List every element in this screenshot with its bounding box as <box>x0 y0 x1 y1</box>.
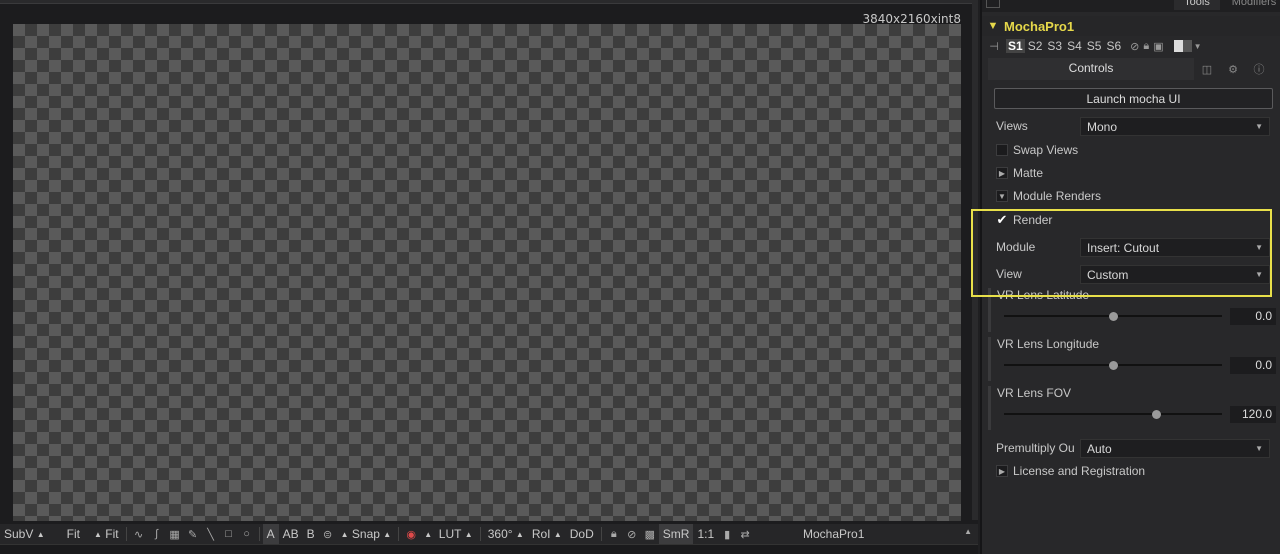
premultiply-select[interactable]: Auto ▼ <box>1080 439 1270 458</box>
slot-s6[interactable]: S6 <box>1104 39 1123 53</box>
viewer-panel: 3840x2160xint8 SubV ▲ Fit ▲ Fit ∿ ∫ ▦ ✎ … <box>0 0 978 554</box>
slider-value-field[interactable]: 0.0 <box>1230 357 1276 374</box>
ratio-button[interactable]: 1:1 <box>693 524 718 544</box>
license-label: License and Registration <box>1013 464 1146 478</box>
toolbar-menu-arrow[interactable]: ▲ <box>964 527 972 536</box>
ellipse-icon[interactable]: ○ <box>240 527 254 541</box>
subv-button[interactable]: SubV ▲ <box>0 524 49 544</box>
levels-icon[interactable]: ▮ <box>720 527 734 541</box>
node-title: MochaPro1 <box>1004 18 1075 34</box>
dod-button[interactable]: DoD <box>566 524 598 544</box>
tab-modifiers[interactable]: Modifiers <box>1226 0 1280 10</box>
resolution-label: 3840x2160xint8 <box>862 12 961 26</box>
views-label: Views <box>996 119 1028 133</box>
disable-icon[interactable]: ⊘ <box>1130 40 1139 53</box>
premultiply-value: Auto <box>1087 441 1112 456</box>
viewer-top-bar <box>0 0 978 4</box>
slot-s4[interactable]: S4 <box>1065 39 1084 53</box>
viewer-canvas[interactable] <box>13 24 961 521</box>
roi-button[interactable]: RoI ▲ <box>528 524 566 544</box>
launch-mocha-button[interactable]: Launch mocha UI <box>994 88 1273 109</box>
views-value: Mono <box>1087 119 1118 134</box>
slider-value-field[interactable]: 0.0 <box>1230 308 1276 325</box>
chevron-down-icon[interactable]: ▼ <box>996 190 1008 202</box>
inspector-tabs: Controls ◫ ⚙ ⓘ <box>988 58 1276 80</box>
lock-icon[interactable]: 🔒︎ <box>1143 40 1149 53</box>
chevron-down-icon: ▼ <box>1255 122 1263 131</box>
swatch-dropdown-icon[interactable]: ▼ <box>1194 42 1202 51</box>
node-header[interactable]: ▼ MochaPro1 <box>982 16 1280 36</box>
passthrough-icon[interactable]: ⊘ <box>625 527 639 541</box>
slider-label: VR Lens Longitude <box>997 337 1100 351</box>
chevron-right-icon[interactable]: ▶ <box>996 167 1008 179</box>
viewer-toolbar: SubV ▲ Fit ▲ Fit ∿ ∫ ▦ ✎ ╲ □ ○ A AB B ⊜ … <box>0 524 978 544</box>
camera-icon[interactable]: ◫ <box>1194 58 1220 80</box>
slot-s3[interactable]: S3 <box>1045 39 1064 53</box>
swap-icon[interactable]: ⇄ <box>738 527 752 541</box>
matte-label: Matte <box>1013 166 1044 180</box>
viewer-node-name: MochaPro1 <box>803 527 865 541</box>
pin-icon[interactable]: ⊣ <box>982 40 1006 53</box>
module-renders-row[interactable]: ▼ Module Renders <box>996 186 1276 206</box>
toolbar-divider <box>258 527 260 541</box>
panel-toggle[interactable] <box>986 0 1000 8</box>
grid-icon[interactable]: ▦ <box>168 527 182 541</box>
chevron-down-icon[interactable]: ▼ <box>982 20 1004 32</box>
module-renders-label: Module Renders <box>1013 189 1102 203</box>
slider-vr-fov: VR Lens FOV 120.0 <box>988 386 1276 430</box>
buffer-b-button[interactable]: B <box>303 524 319 544</box>
360-button[interactable]: 360° ▲ <box>484 524 528 544</box>
swap-views-row[interactable]: Swap Views <box>996 140 1276 160</box>
slot-s5[interactable]: S5 <box>1085 39 1104 53</box>
slider-value-field[interactable]: 120.0 <box>1230 406 1276 423</box>
buffer-ab-button[interactable]: AB <box>279 524 303 544</box>
info-icon[interactable]: ⓘ <box>1246 58 1272 80</box>
chevron-right-icon[interactable]: ▶ <box>996 465 1008 477</box>
slider-knob[interactable] <box>1108 361 1118 370</box>
premultiply-label: Premultiply Ou <box>996 441 1075 455</box>
rectangle-icon[interactable]: □ <box>222 527 236 541</box>
slot-s2[interactable]: S2 <box>1026 39 1045 53</box>
slot-s1[interactable]: S1 <box>1006 39 1025 53</box>
slider-knob[interactable] <box>1108 312 1118 321</box>
version-slots: ⊣ S1 S2 S3 S4 S5 S6 ⊘ 🔒︎ ▣ ▼ <box>982 36 1280 56</box>
toolbar-divider <box>398 527 400 541</box>
bezier-icon[interactable]: ∫ <box>150 527 164 541</box>
slider-track[interactable] <box>1004 413 1222 415</box>
toolbar-divider <box>479 527 481 541</box>
swap-views-label: Swap Views <box>1013 143 1079 157</box>
slider-knob[interactable] <box>1152 410 1162 419</box>
tab-controls[interactable]: Controls <box>988 58 1194 80</box>
slider-vr-longitude: VR Lens Longitude 0.0 <box>988 337 1276 381</box>
color-swatch[interactable] <box>1173 40 1192 52</box>
save-icon[interactable]: ▣ <box>1153 40 1163 53</box>
inspector-top-tabs: Tools Modifiers <box>982 0 1280 12</box>
checker-icon[interactable]: ▩ <box>643 527 657 541</box>
bspline-icon[interactable]: ∿ <box>132 527 146 541</box>
smr-button[interactable]: SmR <box>658 524 694 544</box>
color-channels-icon[interactable]: ◉ <box>404 527 418 541</box>
fit-button-1[interactable]: Fit <box>63 524 84 544</box>
line-icon[interactable]: ╲ <box>204 527 218 541</box>
tab-tools[interactable]: Tools <box>1174 0 1220 10</box>
lut-button[interactable]: ▲ LUT ▲ <box>420 524 477 544</box>
slider-label: VR Lens FOV <box>997 386 1072 400</box>
chevron-down-icon: ▼ <box>1255 444 1263 453</box>
matte-row[interactable]: ▶ Matte <box>996 163 1276 183</box>
buffer-a-button[interactable]: A <box>262 524 279 544</box>
fit-button-2[interactable]: ▲ Fit <box>90 524 123 544</box>
swap-views-checkbox[interactable] <box>996 144 1008 156</box>
viewer-timeline-strip <box>0 544 978 554</box>
stereo-icon[interactable]: ⊜ <box>321 527 335 541</box>
views-select[interactable]: Mono ▼ <box>1080 117 1270 136</box>
license-row[interactable]: ▶ License and Registration <box>996 461 1276 481</box>
snap-button[interactable]: ▲ Snap ▲ <box>337 524 396 544</box>
lock-icon[interactable]: 🔒︎ <box>607 527 621 541</box>
paint-icon[interactable]: ✎ <box>186 527 200 541</box>
gear-icon[interactable]: ⚙ <box>1220 58 1246 80</box>
highlight-box <box>971 209 1272 297</box>
toolbar-divider <box>600 527 602 541</box>
toolbar-divider <box>125 527 127 541</box>
